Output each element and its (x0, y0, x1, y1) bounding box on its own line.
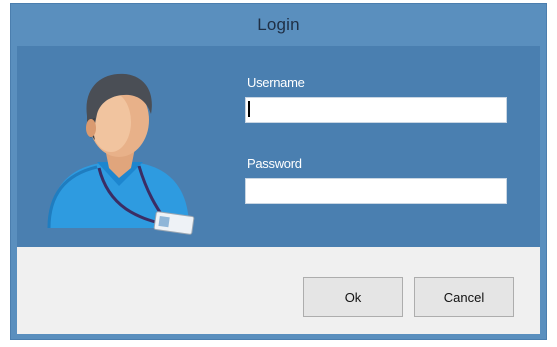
user-badge-icon (39, 68, 199, 238)
username-input[interactable] (245, 97, 507, 123)
username-field-wrapper (245, 97, 507, 123)
cancel-button-label: Cancel (443, 289, 485, 305)
password-label: Password (247, 156, 302, 171)
title-bar[interactable]: Login (11, 4, 546, 46)
credentials-panel: Username Password (17, 46, 540, 247)
password-input[interactable] (245, 178, 507, 204)
dialog-body: Username Password Ok Cancel (17, 46, 540, 334)
login-dialog: Login Username Password Ok Cancel (10, 3, 547, 340)
window-title: Login (257, 15, 300, 34)
ok-button-label: Ok (344, 289, 362, 305)
ok-button[interactable]: Ok (303, 277, 403, 317)
cancel-button[interactable]: Cancel (414, 277, 514, 317)
text-caret (248, 101, 250, 117)
username-label: Username (247, 75, 305, 90)
